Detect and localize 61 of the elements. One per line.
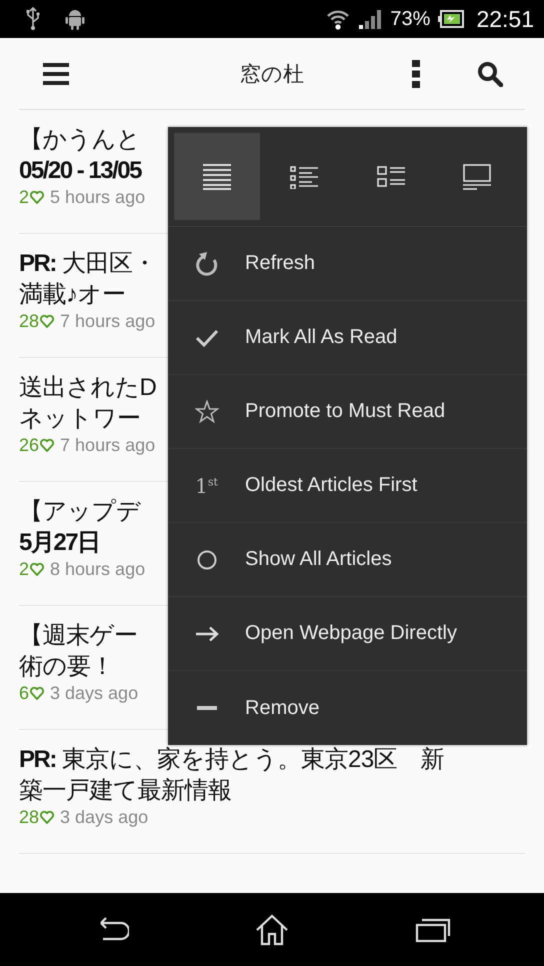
- heart-icon: [40, 811, 54, 824]
- like-count: 26: [19, 435, 40, 456]
- menu-item[interactable]: Refresh: [168, 227, 527, 301]
- recent-apps-icon[interactable]: [415, 916, 451, 942]
- heart-icon: [40, 315, 54, 328]
- menu-icon[interactable]: [43, 62, 69, 86]
- article-title[interactable]: 満載♪オー: [19, 279, 126, 310]
- usb-icon: [26, 7, 40, 31]
- arrow-right-icon: [194, 626, 218, 642]
- heart-icon: [30, 563, 44, 576]
- heart-icon: [30, 687, 44, 700]
- card-view-icon: [463, 164, 492, 190]
- like-count: 28: [19, 311, 40, 332]
- article-time: 3 days ago: [50, 683, 138, 704]
- menu-item[interactable]: Promote to Must Read: [168, 375, 527, 449]
- article-title[interactable]: 送出されたD: [19, 372, 156, 403]
- menu-item[interactable]: Show All Articles: [168, 523, 527, 597]
- like-count: 6: [19, 683, 30, 704]
- like-count: 2: [19, 187, 30, 208]
- ordinal-icon: 1$^{st}$: [195, 474, 218, 498]
- clock: 22:51: [476, 6, 534, 32]
- search-icon[interactable]: [477, 60, 503, 86]
- refresh-icon: [194, 250, 218, 276]
- bulleted-list-icon: [290, 164, 318, 188]
- like-count: 2: [19, 559, 30, 580]
- menu-item[interactable]: 1$^{st}$ Oldest Articles First: [168, 449, 527, 523]
- minus-icon: [196, 706, 216, 710]
- view-mode-button[interactable]: [174, 133, 260, 220]
- star-icon: [194, 400, 218, 424]
- heart-icon: [40, 439, 54, 452]
- article-title[interactable]: 【かうんと: [19, 124, 140, 155]
- text-lines-icon: [203, 164, 231, 190]
- menu-item[interactable]: Open Webpage Directly: [168, 597, 527, 671]
- article-title[interactable]: PR: 大田区・: [19, 248, 156, 279]
- article-title[interactable]: 【週末ゲー: [19, 620, 138, 651]
- article-title[interactable]: 【アップデ: [19, 496, 140, 527]
- circle-icon: [196, 550, 216, 570]
- article-time: 3 days ago: [60, 807, 148, 828]
- home-icon[interactable]: [255, 914, 289, 946]
- article-time: 5 hours ago: [50, 187, 146, 208]
- battery-icon: [438, 10, 464, 28]
- more-options-icon[interactable]: [412, 60, 420, 88]
- article-title[interactable]: PR: 東京に、家を持とう。東京23区 新築一戸建て最新情報: [19, 744, 459, 806]
- article-title[interactable]: 5月27日: [19, 527, 100, 558]
- article-time: 7 hours ago: [60, 435, 156, 456]
- robot-icon: [64, 7, 86, 31]
- app-title: 窓の杜: [240, 62, 304, 88]
- checkmark-icon: [196, 328, 218, 346]
- menu-item[interactable]: Mark All As Read: [168, 301, 527, 375]
- article-title[interactable]: ネットワー: [19, 403, 140, 434]
- wifi-icon: [326, 8, 350, 30]
- article-time: 8 hours ago: [50, 559, 146, 580]
- heart-icon: [30, 191, 44, 204]
- battery-percent: 73%: [390, 8, 430, 30]
- article-title[interactable]: 05/20 - 13/05: [19, 155, 141, 186]
- article-title[interactable]: 術の要！: [19, 651, 114, 682]
- article-time: 7 hours ago: [60, 311, 156, 332]
- signal-icon: [358, 8, 382, 30]
- thumbnail-list-icon: [376, 164, 404, 188]
- menu-item[interactable]: Remove: [168, 671, 527, 745]
- like-count: 28: [19, 807, 40, 828]
